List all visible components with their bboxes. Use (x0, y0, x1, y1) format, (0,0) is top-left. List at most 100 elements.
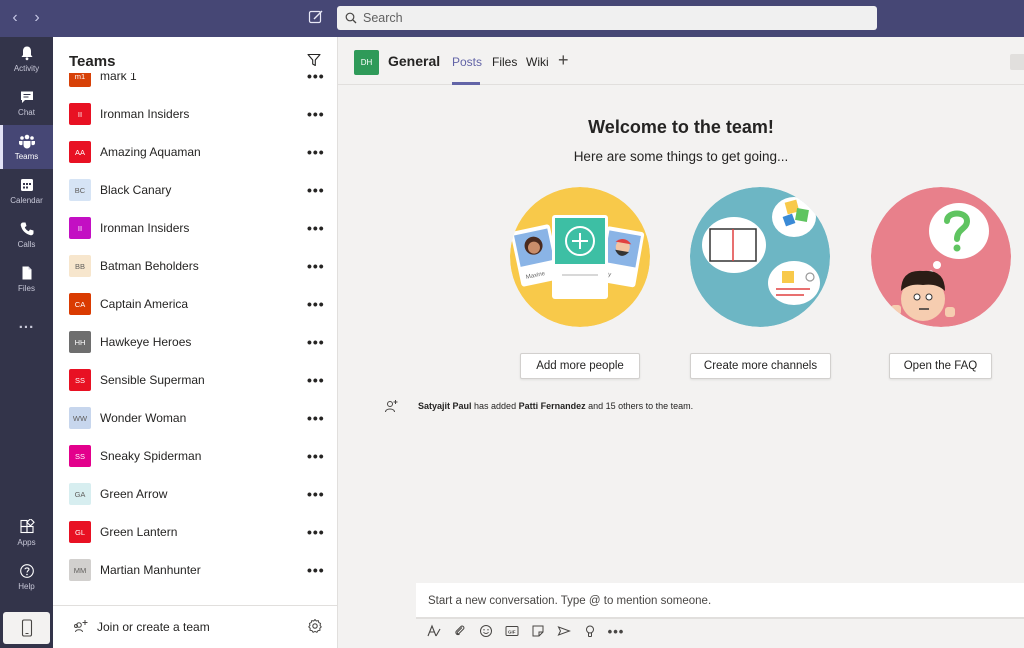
team-more-options-button[interactable]: ••• (307, 372, 325, 388)
team-row[interactable]: II Ironman Insiders ••• (53, 209, 338, 247)
team-row[interactable]: BB Batman Beholders ••• (53, 247, 338, 285)
search-icon (345, 12, 357, 24)
team-name: Martian Manhunter (100, 563, 201, 577)
team-more-options-button[interactable]: ••• (307, 562, 325, 578)
join-or-create-team[interactable]: Join or create a team (53, 605, 338, 648)
team-avatar: II (69, 217, 91, 239)
rail-files[interactable]: Files (0, 257, 53, 301)
forward-button[interactable]: › (29, 9, 45, 27)
team-avatar: CA (69, 293, 91, 315)
channel-main: DH General Posts Files Wiki + Welcome to… (338, 37, 1024, 648)
team-name: Sensible Superman (100, 373, 205, 387)
rail-label-activity: Activity (13, 64, 40, 73)
add-tab-button[interactable]: + (558, 50, 569, 71)
new-conversation-box[interactable]: Start a new conversation. Type @ to ment… (416, 583, 1024, 619)
team-name: Sneaky Spiderman (100, 449, 202, 463)
team-more-options-button[interactable]: ••• (307, 334, 325, 350)
teams-icon (18, 134, 35, 149)
meet-now-icon[interactable] (556, 623, 572, 639)
channel-avatar: DH (354, 50, 379, 75)
team-more-options-button[interactable]: ••• (307, 220, 325, 236)
welcome-title: Welcome to the team! (588, 117, 774, 137)
file-icon (22, 266, 31, 280)
compose-icon[interactable] (308, 9, 324, 25)
team-avatar: II (69, 103, 91, 125)
activity-message: Satyajit Paul has added Patti Fernandez … (384, 399, 693, 413)
rail-calls[interactable]: Calls (0, 213, 53, 257)
rail-chat[interactable]: Chat (0, 81, 53, 125)
team-row[interactable]: HH Hawkeye Heroes ••• (53, 323, 338, 361)
gif-icon[interactable]: GIF (504, 623, 520, 639)
activity-tail: and 15 others to the team. (585, 401, 694, 411)
team-name: Green Lantern (100, 525, 178, 539)
team-name: Captain America (100, 297, 189, 311)
search-placeholder: Search (363, 11, 403, 25)
add-team-icon (74, 620, 88, 633)
team-row[interactable]: BC Black Canary ••• (53, 171, 338, 209)
team-row[interactable]: GA Green Arrow ••• (53, 475, 338, 513)
join-team-label: Join or create a team (97, 620, 210, 634)
team-row[interactable]: GL Green Lantern ••• (53, 513, 338, 551)
team-avatar: GA (69, 483, 91, 505)
rail-label-calls: Calls (17, 240, 36, 249)
rail-activity[interactable]: Activity (0, 37, 53, 81)
create-more-channels-button[interactable]: Create more channels (690, 353, 831, 379)
team-name: Green Arrow (100, 487, 168, 501)
teams-panel-title: Teams (69, 53, 116, 70)
chat-icon (20, 91, 33, 103)
team-avatar: WW (69, 407, 91, 429)
mobile-app-button[interactable] (3, 612, 50, 644)
team-more-options-button[interactable]: ••• (307, 296, 325, 312)
activity-target[interactable]: Patti Fernandez (519, 401, 586, 411)
header-action-button[interactable] (1010, 54, 1024, 70)
team-more-options-button[interactable]: ••• (307, 258, 325, 274)
rail-calendar[interactable]: Calendar (0, 169, 53, 213)
sticker-icon[interactable] (530, 623, 546, 639)
team-avatar: GL (69, 521, 91, 543)
emoji-icon[interactable] (478, 623, 494, 639)
team-row[interactable]: CA Captain America ••• (53, 285, 338, 323)
active-tab-indicator (452, 82, 480, 85)
create-channels-illustration (690, 187, 830, 327)
team-row[interactable]: SS Sneaky Spiderman ••• (53, 437, 338, 475)
add-more-people-button[interactable]: Add more people (520, 353, 640, 379)
filter-icon[interactable] (307, 53, 321, 67)
tab-wiki[interactable]: Wiki (526, 55, 549, 69)
back-button[interactable]: ‹ (7, 9, 23, 27)
svg-text:GIF: GIF (508, 629, 516, 634)
team-more-options-button[interactable]: ••• (307, 73, 325, 84)
attach-icon[interactable] (452, 623, 468, 639)
search-input[interactable]: Search (337, 6, 877, 30)
more-options-icon[interactable]: ••• (608, 623, 624, 639)
rail-label-files: Files (18, 284, 35, 293)
add-person-icon (385, 400, 398, 413)
team-row[interactable]: m1 mark 1 ••• (53, 73, 338, 95)
gear-icon[interactable] (307, 618, 323, 634)
team-name: Ironman Insiders (100, 221, 190, 235)
praise-icon[interactable] (582, 623, 598, 639)
title-bar: ‹ › Search (0, 0, 1024, 37)
team-row[interactable]: MM Martian Manhunter ••• (53, 551, 338, 589)
team-name: Batman Beholders (100, 259, 199, 273)
phone-icon (20, 222, 33, 236)
team-more-options-button[interactable]: ••• (307, 486, 325, 502)
team-avatar: HH (69, 331, 91, 353)
team-row[interactable]: SS Sensible Superman ••• (53, 361, 338, 399)
rail-apps[interactable]: Apps (0, 511, 53, 555)
rail-teams[interactable]: Teams (0, 125, 53, 169)
format-icon[interactable] (426, 623, 442, 639)
rail-help[interactable]: Help (0, 555, 53, 599)
team-more-options-button[interactable]: ••• (307, 410, 325, 426)
rail-more-button[interactable]: ... (0, 301, 53, 345)
team-more-options-button[interactable]: ••• (307, 182, 325, 198)
activity-actor[interactable]: Satyajit Paul (418, 401, 472, 411)
mobile-phone-icon (21, 619, 32, 637)
team-more-options-button[interactable]: ••• (307, 448, 325, 464)
tab-files[interactable]: Files (492, 55, 517, 69)
channel-name: General (388, 53, 441, 69)
open-faq-button[interactable]: Open the FAQ (889, 353, 992, 379)
tab-posts[interactable]: Posts (452, 55, 482, 69)
team-row[interactable]: WW Wonder Woman ••• (53, 399, 338, 437)
team-more-options-button[interactable]: ••• (307, 524, 325, 540)
rail-label-more: ... (18, 314, 35, 332)
